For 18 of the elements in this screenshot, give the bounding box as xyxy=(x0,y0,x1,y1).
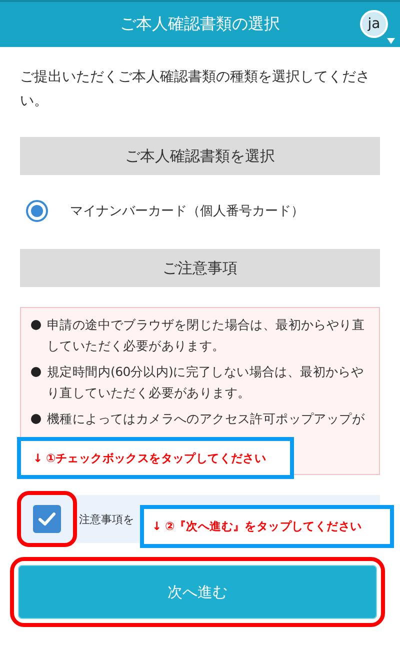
language-button[interactable]: ja xyxy=(360,10,388,38)
bullet-icon xyxy=(31,367,41,377)
option-label: マイナンバーカード（個人番号カード） xyxy=(70,203,304,220)
instruction-callout: ↓ ②『次へ進む』をタップしてください xyxy=(140,505,394,548)
notice-text: 機種によってはカメラへのアクセス許可ポップアップが xyxy=(47,410,365,428)
notice-text: 申請の途中でブラウザを閉じた場合は、最初からやり直していただく必要があります。 xyxy=(47,316,366,355)
caret-icon xyxy=(387,38,395,44)
page-title: ご本人確認書類の選択 xyxy=(120,14,280,35)
instruction-callout: ↓ ①チェックボックスをタップしてください xyxy=(17,437,294,479)
agreement-label: 注意事項を xyxy=(79,512,134,526)
section-heading: ご注意事項 xyxy=(20,249,380,287)
radio-button[interactable] xyxy=(26,200,48,222)
intro-text: ご提出いただくご本人確認書類の種類を選択してください。 xyxy=(20,68,371,111)
section-heading: ご本人確認書類を選択 xyxy=(20,137,380,175)
notice-text: 規定時間内(60分以内)に完了しない場合は、最初からやり直していただく必要があります。 xyxy=(47,363,365,402)
checkbox[interactable] xyxy=(33,505,61,533)
bullet-icon xyxy=(31,414,41,424)
bullet-icon xyxy=(31,320,41,330)
